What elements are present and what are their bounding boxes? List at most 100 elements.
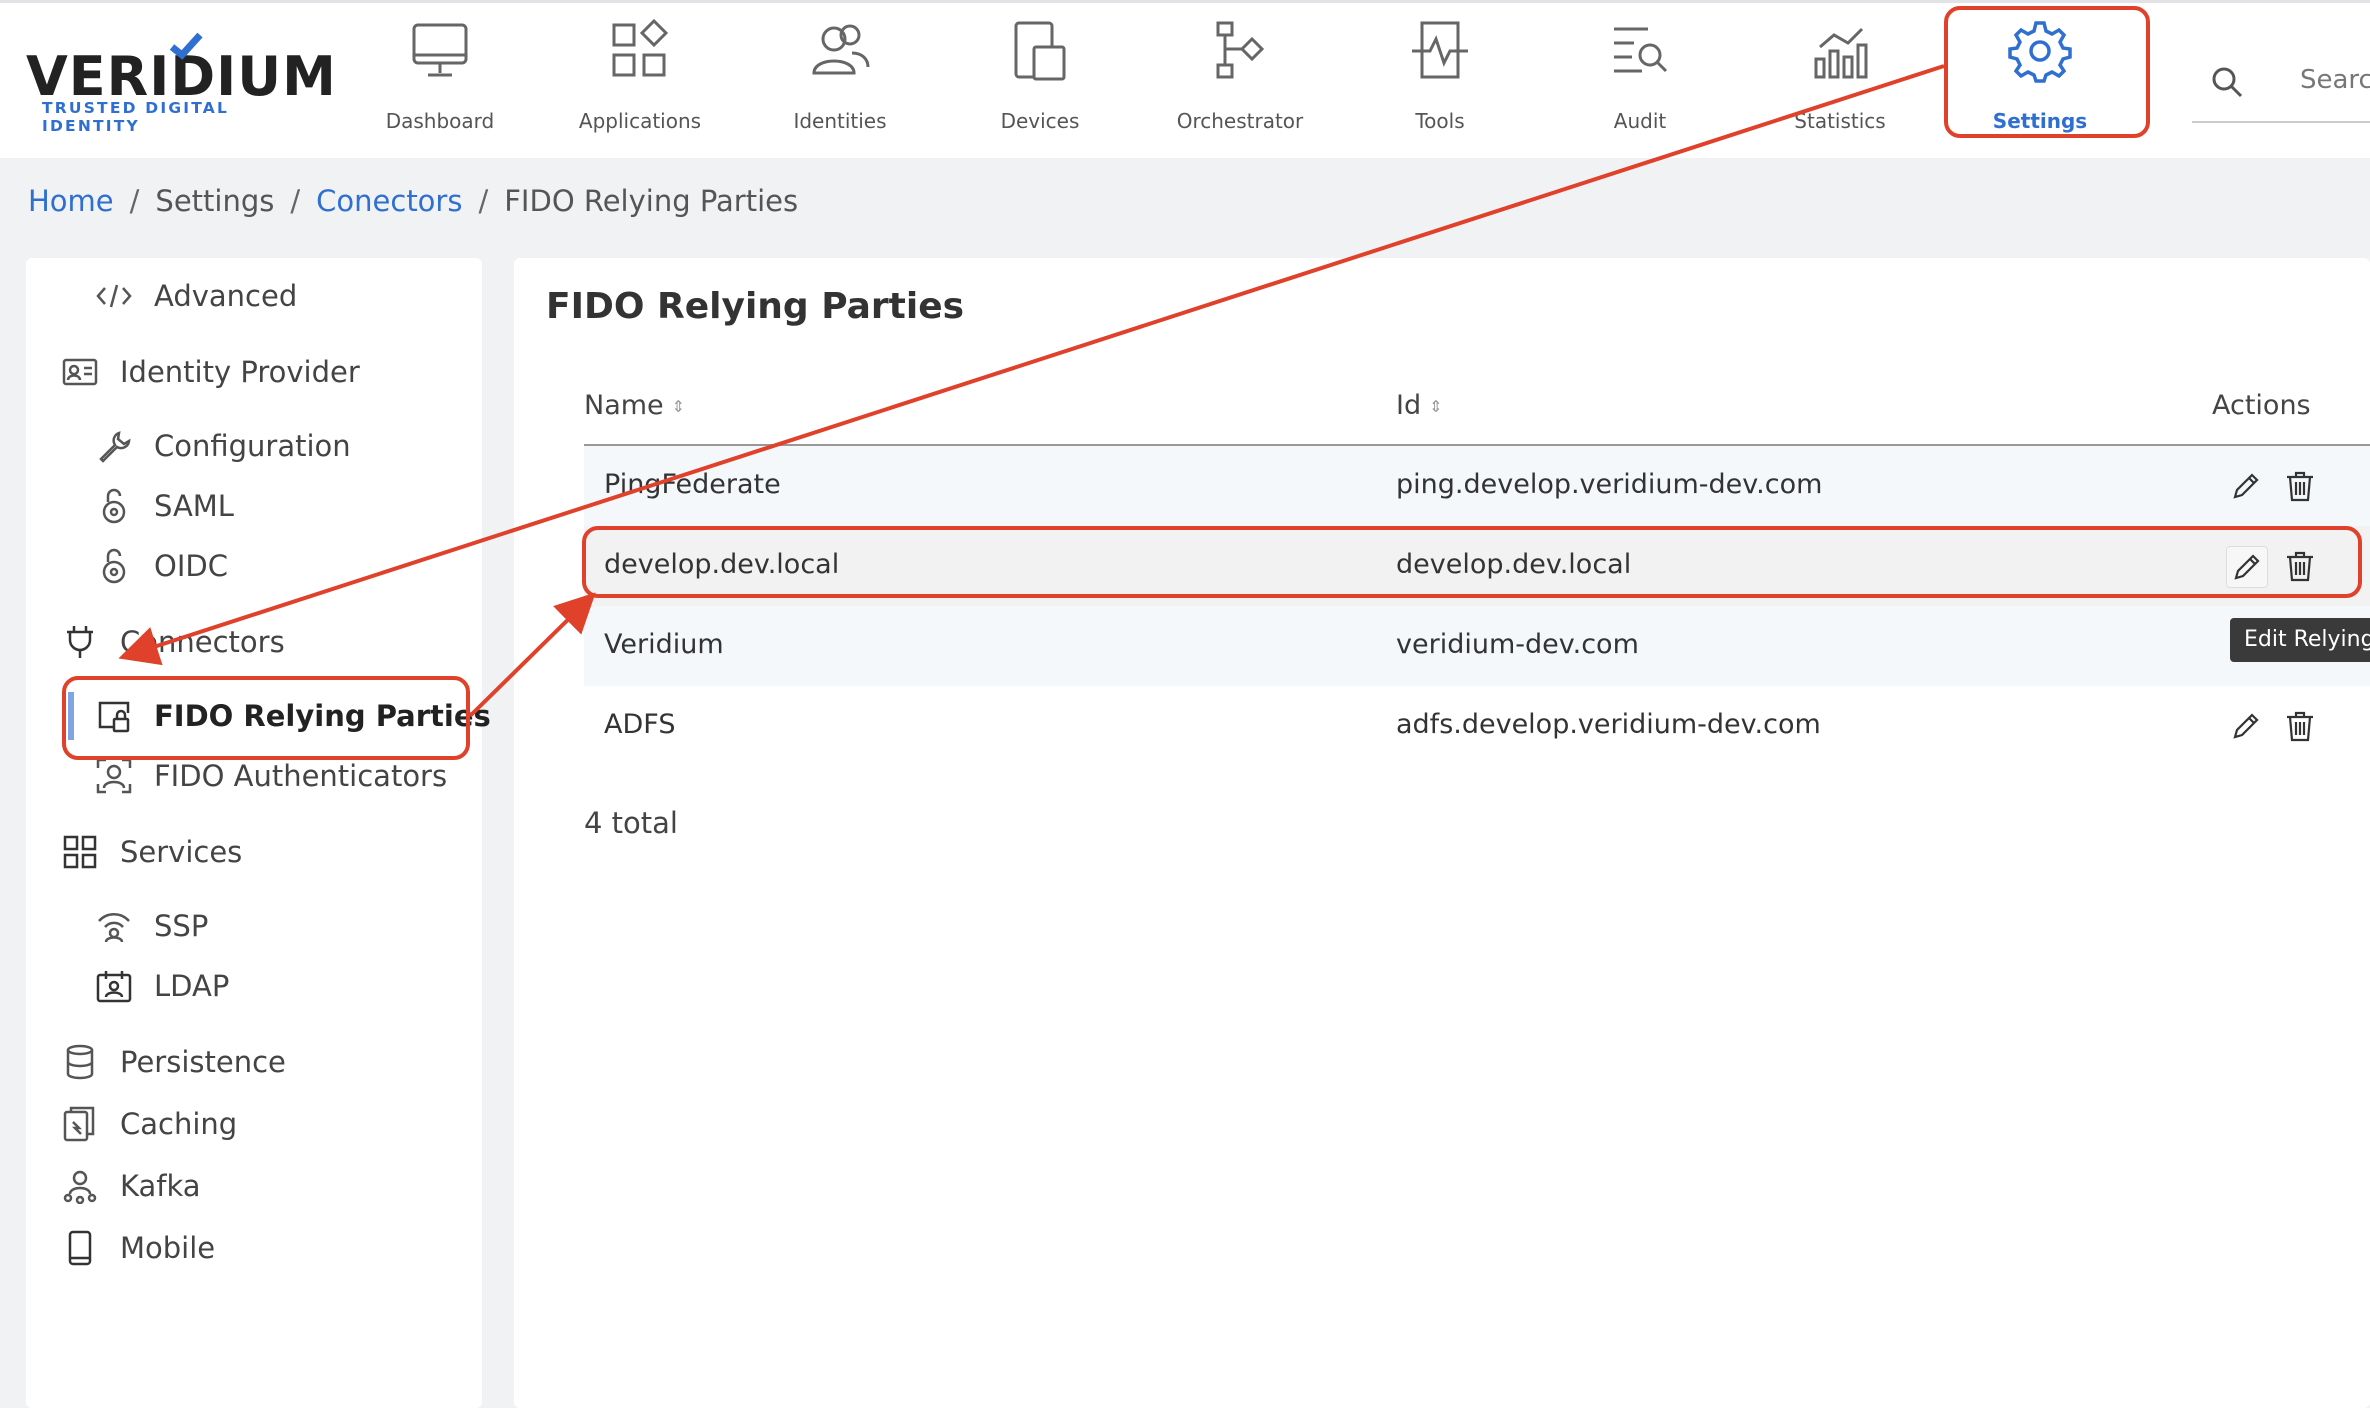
nav-label: Audit bbox=[1613, 109, 1667, 133]
sidebar-item-label: Persistence bbox=[120, 1045, 286, 1079]
devices-icon bbox=[1014, 21, 1066, 81]
pencil-icon bbox=[2234, 554, 2260, 580]
sidebar-item-identity-provider[interactable]: Identity Provider bbox=[60, 344, 360, 400]
column-header-name[interactable]: Name ⇕ bbox=[584, 390, 685, 421]
sidebar-item-label: FIDO Relying Parties bbox=[154, 699, 491, 733]
veridium-logo[interactable]: VERIDIUM TRUSTED DIGITAL IDENTITY bbox=[26, 33, 336, 135]
settings-sidebar: Advanced Identity Provider Configuration… bbox=[26, 258, 491, 1408]
nav-identities[interactable]: Identities bbox=[740, 19, 940, 139]
table-header: Name ⇕ Id ⇕ Actions bbox=[584, 368, 2370, 446]
column-header-id[interactable]: Id ⇕ bbox=[1396, 390, 1443, 421]
trash-icon bbox=[2287, 471, 2313, 502]
nav-label: Dashboard bbox=[385, 109, 495, 133]
sidebar-item-label: Connectors bbox=[120, 625, 285, 659]
nav-dashboard[interactable]: Dashboard bbox=[340, 19, 540, 139]
pulse-icon bbox=[1412, 21, 1468, 79]
edit-button[interactable] bbox=[2226, 466, 2266, 506]
mobile-phone-icon bbox=[60, 1228, 100, 1268]
page-title: FIDO Relying Parties bbox=[546, 286, 965, 327]
users-icon bbox=[812, 24, 870, 75]
sidebar-item-saml[interactable]: SAML bbox=[94, 478, 234, 534]
nav-label: Applications bbox=[578, 109, 702, 133]
row-name: develop.dev.local bbox=[604, 549, 840, 580]
monitor-icon bbox=[412, 23, 468, 77]
sort-icon[interactable]: ⇕ bbox=[672, 397, 685, 416]
flow-icon bbox=[1216, 21, 1265, 79]
breadcrumb-separator: / bbox=[129, 184, 140, 218]
edit-tooltip: Edit Relying bbox=[2230, 618, 2370, 662]
sidebar-item-configuration[interactable]: Configuration bbox=[94, 418, 351, 474]
lock-screen-icon bbox=[94, 696, 134, 736]
lock-open-icon bbox=[94, 486, 134, 526]
sidebar-item-ldap[interactable]: LDAP bbox=[94, 958, 229, 1014]
sidebar-item-connectors[interactable]: Connectors bbox=[60, 614, 285, 670]
breadcrumb-connectors[interactable]: Conectors bbox=[316, 184, 462, 218]
table-row[interactable]: develop.dev.local develop.dev.local bbox=[584, 526, 2370, 606]
sidebar-item-label: SAML bbox=[154, 489, 234, 523]
nav-label: Devices bbox=[1000, 109, 1080, 133]
table-row[interactable]: ADFS adfs.develop.veridium-dev.com bbox=[584, 686, 2370, 766]
pencil-icon bbox=[2233, 473, 2259, 499]
nav-tools[interactable]: Tools bbox=[1340, 19, 1540, 139]
table-row[interactable]: Veridium veridium-dev.com bbox=[584, 606, 2370, 686]
row-id: veridium-dev.com bbox=[1396, 629, 1639, 660]
sidebar-item-label: Services bbox=[120, 835, 243, 869]
sidebar-item-label: Mobile bbox=[120, 1231, 216, 1265]
row-name: ADFS bbox=[604, 709, 676, 740]
logo-check-mark bbox=[169, 33, 203, 60]
nav-audit[interactable]: Audit bbox=[1540, 19, 1740, 139]
nav-orchestrator[interactable]: Orchestrator bbox=[1140, 19, 1340, 139]
nav-settings[interactable]: Settings bbox=[1940, 19, 2140, 139]
delete-button[interactable] bbox=[2280, 706, 2320, 746]
plug-icon bbox=[60, 622, 100, 662]
search-field[interactable]: Search bbox=[2192, 43, 2370, 123]
sidebar-item-fido-relying-parties[interactable]: FIDO Relying Parties bbox=[68, 688, 491, 744]
pencil-icon bbox=[2233, 713, 2259, 739]
delete-button[interactable] bbox=[2280, 466, 2320, 506]
sidebar-item-ssp[interactable]: SSP bbox=[94, 898, 208, 954]
edit-button[interactable] bbox=[2226, 706, 2266, 746]
sidebar-item-label: FIDO Authenticators bbox=[154, 759, 448, 793]
sidebar-item-label: SSP bbox=[154, 909, 209, 943]
row-name: Veridium bbox=[604, 629, 724, 660]
column-header-label: Id bbox=[1396, 390, 1422, 421]
edit-button[interactable] bbox=[2226, 546, 2268, 588]
nav-label: Settings bbox=[1992, 109, 2088, 133]
sort-icon[interactable]: ⇕ bbox=[1429, 397, 1442, 416]
bar-chart-icon bbox=[1814, 27, 1868, 79]
face-scan-icon bbox=[94, 756, 134, 796]
table-row[interactable]: PingFederate ping.develop.veridium-dev.c… bbox=[584, 446, 2370, 526]
gear-icon bbox=[2008, 21, 2072, 83]
nav-statistics[interactable]: Statistics bbox=[1740, 19, 1940, 139]
sidebar-item-oidc[interactable]: OIDC bbox=[94, 538, 228, 594]
column-header-actions: Actions bbox=[2212, 390, 2311, 421]
row-id: develop.dev.local bbox=[1396, 549, 1632, 580]
breadcrumb-home[interactable]: Home bbox=[28, 184, 114, 218]
sidebar-item-fido-authenticators[interactable]: FIDO Authenticators bbox=[94, 748, 447, 804]
nav-devices[interactable]: Devices bbox=[940, 19, 1140, 139]
trash-icon bbox=[2287, 711, 2313, 742]
trash-icon bbox=[2287, 551, 2313, 582]
user-wifi-icon bbox=[94, 906, 134, 946]
nav-applications[interactable]: Applications bbox=[540, 19, 740, 139]
search-icon bbox=[2212, 67, 2243, 98]
sidebar-item-label: Kafka bbox=[120, 1169, 201, 1203]
sidebar-item-mobile[interactable]: Mobile bbox=[60, 1220, 215, 1276]
sidebar-item-label: Caching bbox=[120, 1107, 238, 1141]
total-count: 4 total bbox=[584, 806, 678, 840]
sidebar-item-kafka[interactable]: Kafka bbox=[60, 1158, 201, 1214]
logo-tagline: TRUSTED DIGITAL IDENTITY bbox=[42, 99, 230, 135]
sidebar-item-persistence[interactable]: Persistence bbox=[60, 1034, 286, 1090]
nav-label: Tools bbox=[1415, 109, 1465, 133]
top-navigation-bar: VERIDIUM TRUSTED DIGITAL IDENTITY Dashbo… bbox=[0, 0, 2370, 158]
sidebar-item-services[interactable]: Services bbox=[60, 824, 242, 880]
sidebar-item-advanced[interactable]: Advanced bbox=[94, 268, 297, 324]
row-id: ping.develop.veridium-dev.com bbox=[1396, 469, 1823, 500]
sidebar-item-label: LDAP bbox=[154, 969, 230, 1003]
delete-button[interactable] bbox=[2280, 546, 2320, 586]
main-panel: FIDO Relying Parties Name ⇕ Id ⇕ Actions P… bbox=[514, 258, 2370, 1408]
lock-open-icon bbox=[94, 546, 134, 586]
database-icon bbox=[60, 1042, 100, 1082]
sidebar-item-caching[interactable]: Caching bbox=[60, 1096, 237, 1152]
wrench-icon bbox=[94, 426, 134, 466]
